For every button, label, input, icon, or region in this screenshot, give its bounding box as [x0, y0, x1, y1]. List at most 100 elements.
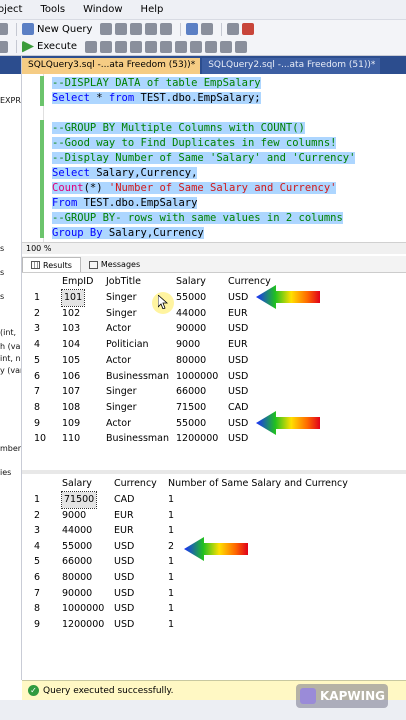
table-cell[interactable]: USD	[114, 601, 134, 617]
undo-icon[interactable]	[186, 23, 199, 35]
table-cell[interactable]: 1	[168, 570, 174, 586]
debug-icon[interactable]	[227, 23, 240, 35]
table-cell[interactable]: Singer	[106, 400, 136, 416]
column-header[interactable]: Number of Same Salary and Currency	[168, 476, 348, 492]
row-number[interactable]: 6	[34, 570, 40, 586]
save-icon[interactable]	[130, 23, 143, 35]
copy-icon[interactable]	[160, 23, 173, 35]
table-cell[interactable]: USD	[228, 290, 248, 306]
row-number[interactable]: 8	[34, 400, 40, 416]
table-cell[interactable]: USD	[228, 369, 248, 385]
row-number[interactable]: 9	[34, 416, 40, 432]
table-cell[interactable]: 101	[60, 289, 86, 307]
table-cell[interactable]: 1	[168, 601, 174, 617]
table-cell[interactable]: Businessman	[106, 369, 169, 385]
cut-icon[interactable]	[145, 23, 158, 35]
table-cell[interactable]: 90000	[62, 586, 92, 602]
row-number[interactable]: 7	[34, 384, 40, 400]
outdent-icon[interactable]	[220, 40, 232, 53]
row-number[interactable]: 1	[34, 290, 40, 306]
table-cell[interactable]: 1000000	[176, 369, 218, 385]
table-cell[interactable]: 55000	[176, 416, 206, 432]
tab-sqlquery3[interactable]: SQLQuery3.sql -...ata Freedom (53))*	[22, 58, 201, 74]
table-cell[interactable]: 1	[168, 554, 174, 570]
row-number[interactable]: 10	[34, 431, 46, 447]
table-cell[interactable]: 66000	[176, 384, 206, 400]
explorer-node[interactable]: (int,	[0, 328, 16, 337]
table-cell[interactable]: Singer	[106, 290, 136, 306]
table-cell[interactable]: USD	[228, 431, 248, 447]
table-cell[interactable]: 109	[62, 416, 80, 432]
table-cell[interactable]: 1000000	[62, 601, 104, 617]
table-cell[interactable]: Politician	[106, 337, 149, 353]
row-number[interactable]: 3	[34, 321, 40, 337]
table-cell[interactable]: 103	[62, 321, 80, 337]
table-cell[interactable]: EUR	[228, 306, 248, 322]
explorer-node[interactable]: EXPR	[0, 96, 21, 105]
explorer-node[interactable]: h (var	[0, 342, 21, 351]
parse-icon[interactable]	[100, 40, 112, 53]
column-header[interactable]: Currency	[114, 476, 157, 492]
stop-query-icon[interactable]	[85, 40, 97, 53]
table-cell[interactable]: 80000	[176, 353, 206, 369]
row-number[interactable]: 4	[34, 337, 40, 353]
table-cell[interactable]: USD	[228, 321, 248, 337]
table-cell[interactable]: 44000	[62, 523, 92, 539]
explorer-node[interactable]: int, n	[0, 354, 21, 363]
table-cell[interactable]: USD	[114, 617, 134, 633]
connect-icon[interactable]	[0, 40, 8, 53]
indent-icon[interactable]	[205, 40, 217, 53]
table-cell[interactable]: 1	[168, 617, 174, 633]
grid-splitter[interactable]	[22, 470, 406, 474]
table-cell[interactable]: 9000	[62, 508, 86, 524]
table-cell[interactable]: USD	[114, 539, 134, 555]
column-header[interactable]: Salary	[62, 476, 92, 492]
table-cell[interactable]: Singer	[106, 384, 136, 400]
table-cell[interactable]: 44000	[176, 306, 206, 322]
table-cell[interactable]: Singer	[106, 306, 136, 322]
table-cell[interactable]: Actor	[106, 321, 131, 337]
explorer-node[interactable]: s	[0, 268, 4, 277]
table-cell[interactable]: USD	[228, 416, 248, 432]
table-cell[interactable]: 80000	[62, 570, 92, 586]
toolbar-icon[interactable]	[0, 23, 8, 35]
table-cell[interactable]: USD	[228, 384, 248, 400]
table-cell[interactable]: 104	[62, 337, 80, 353]
table-cell[interactable]: 9000	[176, 337, 200, 353]
explorer-node[interactable]: s	[0, 292, 4, 301]
query-options-icon[interactable]	[130, 40, 142, 53]
row-number[interactable]: 8	[34, 601, 40, 617]
row-number[interactable]: 2	[34, 306, 40, 322]
row-number[interactable]: 7	[34, 586, 40, 602]
explorer-node[interactable]: s	[0, 244, 4, 253]
table-cell[interactable]: 106	[62, 369, 80, 385]
query-editor[interactable]: --DISPLAY DATA of table EmpSalary Select…	[22, 74, 406, 242]
column-header[interactable]: EmpID	[62, 274, 93, 290]
column-header[interactable]: JobTitle	[106, 274, 141, 290]
row-number[interactable]: 2	[34, 508, 40, 524]
table-cell[interactable]: 110	[62, 431, 80, 447]
table-cell[interactable]: Businessman	[106, 431, 169, 447]
row-number[interactable]: 5	[34, 353, 40, 369]
table-cell[interactable]: EUR	[228, 337, 248, 353]
results-grid-1[interactable]: EmpID JobTitle Salary Currency 1 101 Singer 550…	[22, 274, 406, 446]
explorer-node[interactable]: y (var	[0, 366, 21, 375]
uncomment-icon[interactable]	[190, 40, 202, 53]
table-cell[interactable]: 102	[62, 306, 80, 322]
table-cell[interactable]: Actor	[106, 353, 131, 369]
row-number[interactable]: 6	[34, 369, 40, 385]
menu-project[interactable]: oject	[0, 4, 30, 15]
stop-icon[interactable]	[242, 23, 255, 35]
execute-button[interactable]: Execute	[22, 40, 77, 53]
zoom-level[interactable]: 100 %	[22, 242, 406, 254]
results-to-grid-icon[interactable]	[145, 40, 157, 53]
table-cell[interactable]: CAD	[228, 400, 248, 416]
table-cell[interactable]: 1	[168, 586, 174, 602]
table-cell[interactable]: 1	[168, 523, 174, 539]
row-number[interactable]: 4	[34, 539, 40, 555]
table-cell[interactable]: 71500	[60, 491, 98, 509]
tab-sqlquery2[interactable]: SQLQuery2.sql -...ata Freedom (51))*	[202, 58, 381, 74]
table-cell[interactable]: 108	[62, 400, 80, 416]
table-cell[interactable]: USD	[228, 353, 248, 369]
menu-help[interactable]: Help	[141, 4, 172, 15]
